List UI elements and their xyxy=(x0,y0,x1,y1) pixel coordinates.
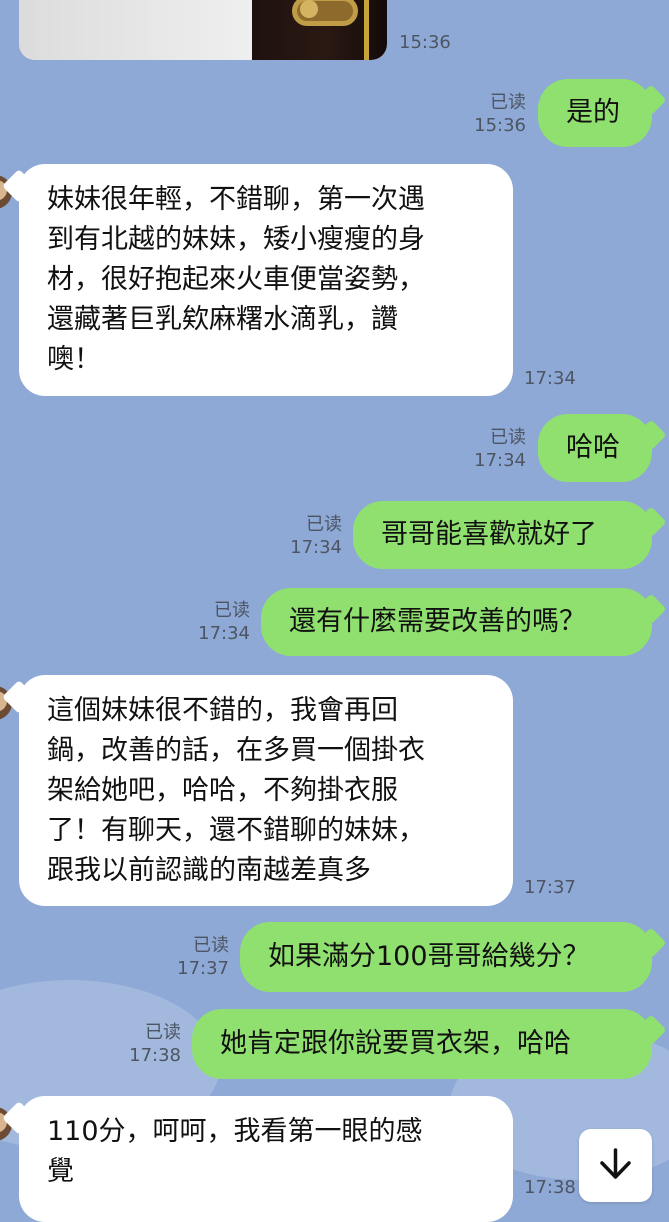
message-meta: 已读 17:38 xyxy=(129,1021,181,1067)
image-message[interactable] xyxy=(19,0,387,60)
message-time: 17:34 xyxy=(198,623,250,644)
incoming-message[interactable]: 110分，呵呵，我看第一眼的感 覺 xyxy=(19,1096,513,1222)
outgoing-message[interactable]: 是的 xyxy=(538,79,652,147)
message-meta: 已读 17:34 xyxy=(290,513,342,559)
outgoing-message[interactable]: 她肯定跟你說要買衣架，哈哈 xyxy=(192,1009,652,1079)
read-receipt: 已读 xyxy=(490,427,526,448)
image-blurred-area xyxy=(19,0,252,60)
message-time: 17:37 xyxy=(177,958,229,979)
door-edge xyxy=(364,0,369,60)
message-meta: 已读 15:36 xyxy=(474,91,526,137)
message-time: 17:34 xyxy=(474,450,526,471)
incoming-message[interactable]: 妹妹很年輕，不錯聊，第一次遇 到有北越的妹妹，矮小瘦瘦的身 材，很好抱起來火車便… xyxy=(19,164,513,396)
message-time: 17:38 xyxy=(524,1177,576,1198)
message-time: 17:38 xyxy=(129,1045,181,1066)
read-receipt: 已读 xyxy=(145,1022,181,1043)
message-time: 15:36 xyxy=(474,115,526,136)
message-meta: 已读 17:37 xyxy=(177,934,229,980)
scroll-to-bottom-button[interactable] xyxy=(579,1129,652,1202)
incoming-message[interactable]: 這個妹妹很不錯的，我會再回 鍋，改善的話，在多買一個掛衣 架給她吧，哈哈，不夠掛… xyxy=(19,675,513,906)
outgoing-message[interactable]: 哈哈 xyxy=(538,414,652,482)
door-knob-icon xyxy=(300,0,318,18)
outgoing-message[interactable]: 如果滿分100哥哥給幾分？ xyxy=(240,922,652,992)
message-time: 15:36 xyxy=(399,32,451,53)
outgoing-message[interactable]: 哥哥能喜歡就好了 xyxy=(353,501,652,569)
message-meta: 已读 17:34 xyxy=(474,426,526,472)
read-receipt: 已读 xyxy=(490,92,526,113)
read-receipt: 已读 xyxy=(193,935,229,956)
arrow-down-icon xyxy=(600,1148,631,1179)
message-meta: 已读 17:34 xyxy=(198,599,250,645)
message-time: 17:34 xyxy=(524,368,576,389)
outgoing-message[interactable]: 還有什麼需要改善的嗎？ xyxy=(261,588,652,656)
read-receipt: 已读 xyxy=(306,514,342,535)
message-time: 17:34 xyxy=(290,537,342,558)
read-receipt: 已读 xyxy=(214,600,250,621)
message-time: 17:37 xyxy=(524,877,576,898)
